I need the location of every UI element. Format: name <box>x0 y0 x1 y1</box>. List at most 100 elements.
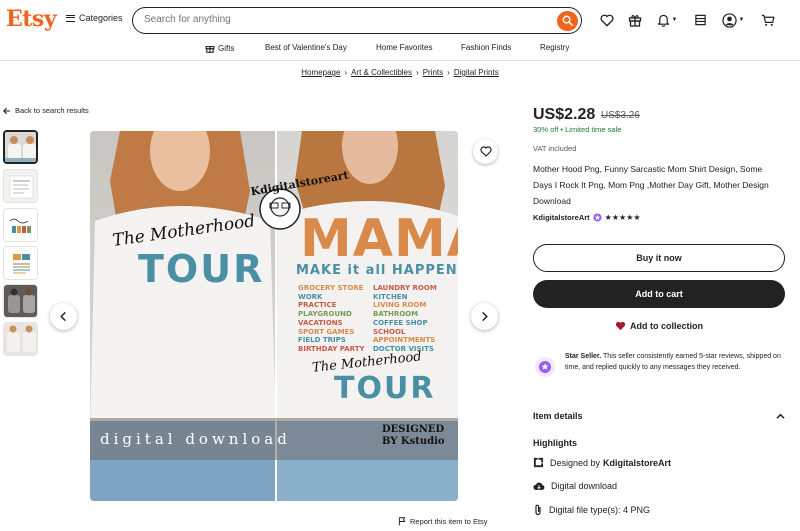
add-to-collection-button[interactable]: Add to collection <box>533 321 785 331</box>
highlights-heading: Highlights <box>533 438 577 448</box>
report-item-link[interactable]: Report this item to Etsy <box>398 517 488 526</box>
right-shirt-tour: TOUR <box>334 371 436 406</box>
nav-item-fashion-finds[interactable]: Fashion Finds <box>461 43 511 52</box>
chevron-left-icon <box>60 311 66 322</box>
previous-image-button[interactable] <box>50 303 77 330</box>
search-icon <box>562 15 573 26</box>
place-item: PLAYGROUND <box>298 310 352 319</box>
thumbnail[interactable] <box>3 322 38 356</box>
breadcrumb-separator: › <box>416 68 419 77</box>
heart-icon <box>600 14 614 26</box>
nav-item-gifts[interactable]: Gifts <box>205 43 234 53</box>
designer-link[interactable]: KdigitalstoreArt <box>603 458 671 468</box>
highlight-designed-by: Designed by KdigitalstoreArt <box>533 457 671 468</box>
thumbnail[interactable] <box>3 208 38 242</box>
design-tool-icon <box>533 457 544 468</box>
star-seller-badge-icon <box>593 213 602 222</box>
search-button[interactable] <box>557 10 578 31</box>
chevron-up-icon <box>776 413 785 419</box>
place-item: SPORT GAMES <box>298 327 355 336</box>
stamp-line: DESIGNED <box>382 424 445 435</box>
back-to-search-link[interactable]: Back to search results <box>3 106 89 115</box>
price: US$2.28 <box>533 106 596 123</box>
place-item: COFFEE SHOP <box>373 318 428 327</box>
rating-stars[interactable]: ★★★★★ <box>605 213 641 222</box>
account-button[interactable]: ▼ <box>720 11 746 29</box>
menu-icon <box>66 14 75 22</box>
thumbnail[interactable] <box>3 130 38 164</box>
caret-down-icon: ▼ <box>671 17 678 23</box>
favorite-button[interactable] <box>473 139 498 164</box>
chevron-right-icon <box>482 311 488 322</box>
cart-button[interactable] <box>759 11 777 29</box>
thumbnail[interactable] <box>3 169 38 203</box>
breadcrumb-separator: › <box>447 68 450 77</box>
shop-icon <box>694 14 706 26</box>
categories-button[interactable]: Categories <box>66 13 123 23</box>
arrow-left-icon <box>3 107 11 114</box>
listing-image[interactable]: The Motherhood TOUR Kdigitalstoreart MAM… <box>90 131 458 501</box>
report-label: Report this item to Etsy <box>410 517 488 526</box>
divider <box>0 60 800 61</box>
nav-item-label: Gifts <box>218 43 235 53</box>
highlight-digital-download: Digital download <box>533 481 617 491</box>
highlight-file-types: Digital file type(s): 4 PNG <box>533 504 650 516</box>
shop-name-link[interactable]: KdigitalstoreArt <box>533 213 590 222</box>
star-seller-icon <box>535 357 555 377</box>
star-seller-title: Star Seller. <box>565 353 602 360</box>
breadcrumb-separator: › <box>344 68 348 77</box>
place-item: WORK <box>298 292 323 301</box>
place-item: LAUNDRY ROOM <box>373 284 437 292</box>
item-details-label: Item details <box>533 411 583 421</box>
stamp-line: BY Kstudio <box>382 436 445 447</box>
notifications-button[interactable]: ▼ <box>654 11 680 29</box>
digital-download-banner: digital download <box>100 430 291 448</box>
place-item: GROCERY STORE <box>298 284 364 292</box>
mama-text: MAMA <box>300 209 458 269</box>
nav-item-valentines[interactable]: Best of Valentine's Day <box>265 43 347 52</box>
breadcrumb-link[interactable]: Art & Collectibles <box>351 68 412 77</box>
nav-item-registry[interactable]: Registry <box>540 43 569 52</box>
gift-icon <box>205 46 215 53</box>
listing-title: Mother Hood Png, Funny Sarcastic Mom Shi… <box>533 164 769 206</box>
etsy-logo[interactable]: Etsy <box>6 6 57 32</box>
flag-icon <box>398 517 406 526</box>
next-image-button[interactable] <box>471 303 498 330</box>
places-list-left: GROCERY STORE WORK PRACTICE PLAYGROUND V… <box>298 284 365 354</box>
place-item: LIVING ROOM <box>373 301 427 310</box>
place-item: FIELD TRIPS <box>298 336 346 345</box>
caret-down-icon: ▼ <box>738 17 745 23</box>
place-item: VACATIONS <box>298 318 343 327</box>
bell-icon <box>657 14 669 27</box>
thumbnail[interactable] <box>3 246 38 280</box>
paperclip-icon <box>535 504 541 516</box>
heart-icon <box>479 146 492 157</box>
shop-manager-button[interactable] <box>691 11 709 29</box>
thumbnail[interactable] <box>3 284 38 318</box>
add-to-cart-button[interactable]: Add to cart <box>533 280 785 308</box>
nav-item-home-favorites[interactable]: Home Favorites <box>376 43 432 52</box>
places-list-right: LAUNDRY ROOM KITCHEN LIVING ROOM BATHROO… <box>373 284 437 354</box>
designed-by-label: Designed by <box>550 457 601 468</box>
back-label: Back to search results <box>15 106 89 115</box>
cart-icon <box>761 14 775 26</box>
place-item: PRACTICE <box>298 301 337 310</box>
star-seller-info: Star Seller. This seller consistently ea… <box>533 351 788 379</box>
gift-button[interactable] <box>626 11 644 29</box>
item-details-toggle[interactable]: Item details <box>533 411 785 421</box>
breadcrumb-link[interactable]: Homepage <box>301 68 340 77</box>
vat-note: VAT included <box>533 144 577 153</box>
add-to-collection-label: Add to collection <box>630 321 703 331</box>
sale-info: 30% off • Limited time sale <box>533 125 621 134</box>
buy-it-now-button[interactable]: Buy it now <box>533 244 785 272</box>
search-bar <box>132 7 582 34</box>
place-item: BATHROOM <box>373 310 419 319</box>
breadcrumb-link[interactable]: Digital Prints <box>454 68 499 77</box>
favorites-button[interactable] <box>598 11 616 29</box>
digital-download-label: Digital download <box>551 481 618 491</box>
site-header: Etsy Categories ▼ ▼ <box>0 0 800 40</box>
shop-info: KdigitalstoreArt ★★★★★ <box>533 213 641 222</box>
breadcrumb-link[interactable]: Prints <box>423 68 443 77</box>
place-item: KITCHEN <box>373 292 408 301</box>
search-input[interactable] <box>144 14 524 25</box>
